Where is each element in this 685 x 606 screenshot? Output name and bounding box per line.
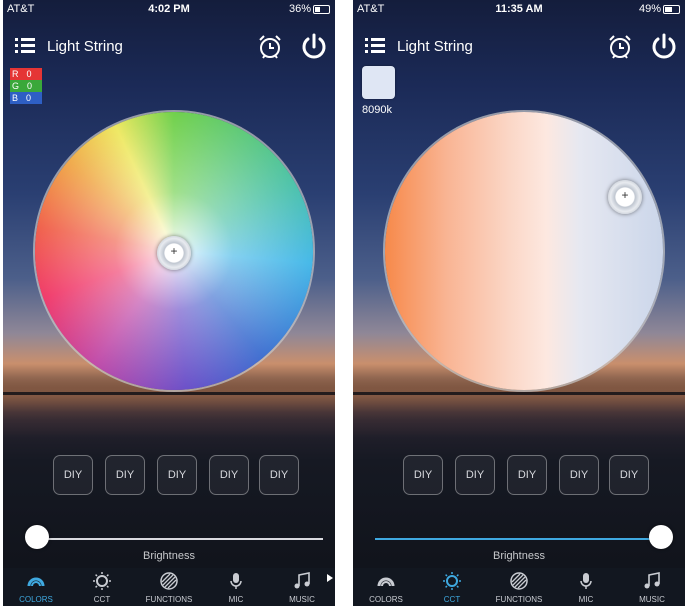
tab-label: CCT	[443, 595, 461, 604]
battery-icon	[313, 5, 330, 14]
diy-button[interactable]: DIY	[507, 455, 547, 495]
brightness-slider-track[interactable]	[375, 538, 661, 540]
color-picker-knob[interactable]	[157, 236, 191, 270]
phone-screen-colors: AT&T 4:02 PM 36% Light String R0 G0 B0 D…	[3, 0, 335, 606]
colors-icon	[377, 577, 395, 587]
status-bar: AT&T 11:35 AM 49%	[353, 0, 685, 18]
brightness-label: Brightness	[143, 550, 195, 562]
tab-label: MUSIC	[289, 595, 315, 604]
brightness-slider-thumb[interactable]	[25, 525, 49, 549]
blue-value: 0	[26, 93, 32, 103]
color-temperature-value: 8090k	[362, 104, 392, 116]
tab-cct[interactable]: CCT	[69, 568, 135, 606]
rgb-green-row: G0	[10, 80, 42, 92]
alarm-clock-icon[interactable]	[257, 34, 283, 60]
shoreline	[3, 392, 335, 395]
green-value: 0	[27, 81, 33, 91]
diy-button[interactable]: DIY	[259, 455, 299, 495]
diy-button[interactable]: DIY	[209, 455, 249, 495]
brightness-slider-thumb[interactable]	[649, 525, 673, 549]
diy-button[interactable]: DIY	[403, 455, 443, 495]
green-label: G	[12, 81, 20, 91]
menu-icon[interactable]	[15, 38, 35, 54]
brightness-slider-track[interactable]	[37, 538, 323, 540]
more-tabs-arrow-icon[interactable]	[327, 574, 333, 582]
status-time: 11:35 AM	[495, 3, 543, 15]
app-header: Light String	[353, 30, 685, 66]
tab-label: MIC	[228, 595, 244, 604]
diy-button[interactable]: DIY	[53, 455, 93, 495]
battery-percent: 36%	[288, 3, 311, 15]
colors-icon	[27, 577, 45, 587]
diy-buttons: DIY DIY DIY DIY DIY	[53, 455, 299, 495]
diy-button[interactable]: DIY	[157, 455, 197, 495]
microphone-icon	[230, 573, 242, 589]
tab-bar: COLORS CCT FUNCTIONS MIC MUSIC	[353, 568, 685, 606]
red-label: R	[12, 69, 19, 79]
page-title: Light String	[397, 38, 473, 55]
diy-button[interactable]: DIY	[105, 455, 145, 495]
music-note-icon	[644, 572, 660, 589]
rgb-red-row: R0	[10, 68, 42, 80]
microphone-icon	[580, 573, 592, 589]
rgb-readout: R0 G0 B0	[10, 68, 42, 104]
tab-music[interactable]: MUSIC	[269, 568, 335, 606]
tab-functions[interactable]: FUNCTIONS	[486, 568, 552, 606]
tab-label: COLORS	[19, 595, 53, 604]
tab-label: FUNCTIONS	[145, 595, 193, 604]
tab-bar: COLORS CCT FUNCTIONS MIC MUSIC	[3, 568, 335, 606]
functions-icon	[510, 572, 528, 590]
menu-icon[interactable]	[365, 38, 385, 54]
status-bar: AT&T 4:02 PM 36%	[3, 0, 335, 18]
diy-button[interactable]: DIY	[609, 455, 649, 495]
diy-buttons: DIY DIY DIY DIY DIY	[403, 455, 649, 495]
tab-music[interactable]: MUSIC	[619, 568, 685, 606]
blue-label: B	[12, 93, 19, 103]
tab-cct[interactable]: CCT	[419, 568, 485, 606]
power-icon[interactable]	[299, 32, 329, 62]
tab-functions[interactable]: FUNCTIONS	[136, 568, 202, 606]
sun-icon	[443, 572, 461, 590]
alarm-clock-icon[interactable]	[607, 34, 633, 60]
tab-label: CCT	[93, 595, 111, 604]
diy-button[interactable]: DIY	[559, 455, 599, 495]
page-title: Light String	[47, 38, 123, 55]
music-note-icon	[294, 572, 310, 589]
battery-percent: 49%	[638, 3, 661, 15]
phone-screen-cct: AT&T 11:35 AM 49% Light String 8090k DIY…	[353, 0, 685, 606]
shoreline	[353, 392, 685, 395]
tab-mic[interactable]: MIC	[553, 568, 619, 606]
tab-label: MIC	[578, 595, 594, 604]
tab-label: COLORS	[369, 595, 403, 604]
red-value: 0	[26, 69, 32, 79]
rgb-blue-row: B0	[10, 92, 42, 104]
sun-icon	[93, 572, 111, 590]
color-temperature-swatch	[362, 66, 395, 99]
tab-mic[interactable]: MIC	[203, 568, 269, 606]
cct-picker-knob[interactable]	[608, 180, 642, 214]
status-time: 4:02 PM	[148, 3, 190, 15]
brightness-label: Brightness	[493, 550, 545, 562]
power-icon[interactable]	[649, 32, 679, 62]
tab-label: MUSIC	[639, 595, 665, 604]
diy-button[interactable]: DIY	[455, 455, 495, 495]
tab-label: FUNCTIONS	[495, 595, 543, 604]
cct-color-disc[interactable]	[385, 112, 663, 390]
tab-colors[interactable]: COLORS	[3, 568, 69, 606]
battery-icon	[663, 5, 680, 14]
app-header: Light String	[3, 30, 335, 66]
tab-colors[interactable]: COLORS	[353, 568, 419, 606]
functions-icon	[160, 572, 178, 590]
